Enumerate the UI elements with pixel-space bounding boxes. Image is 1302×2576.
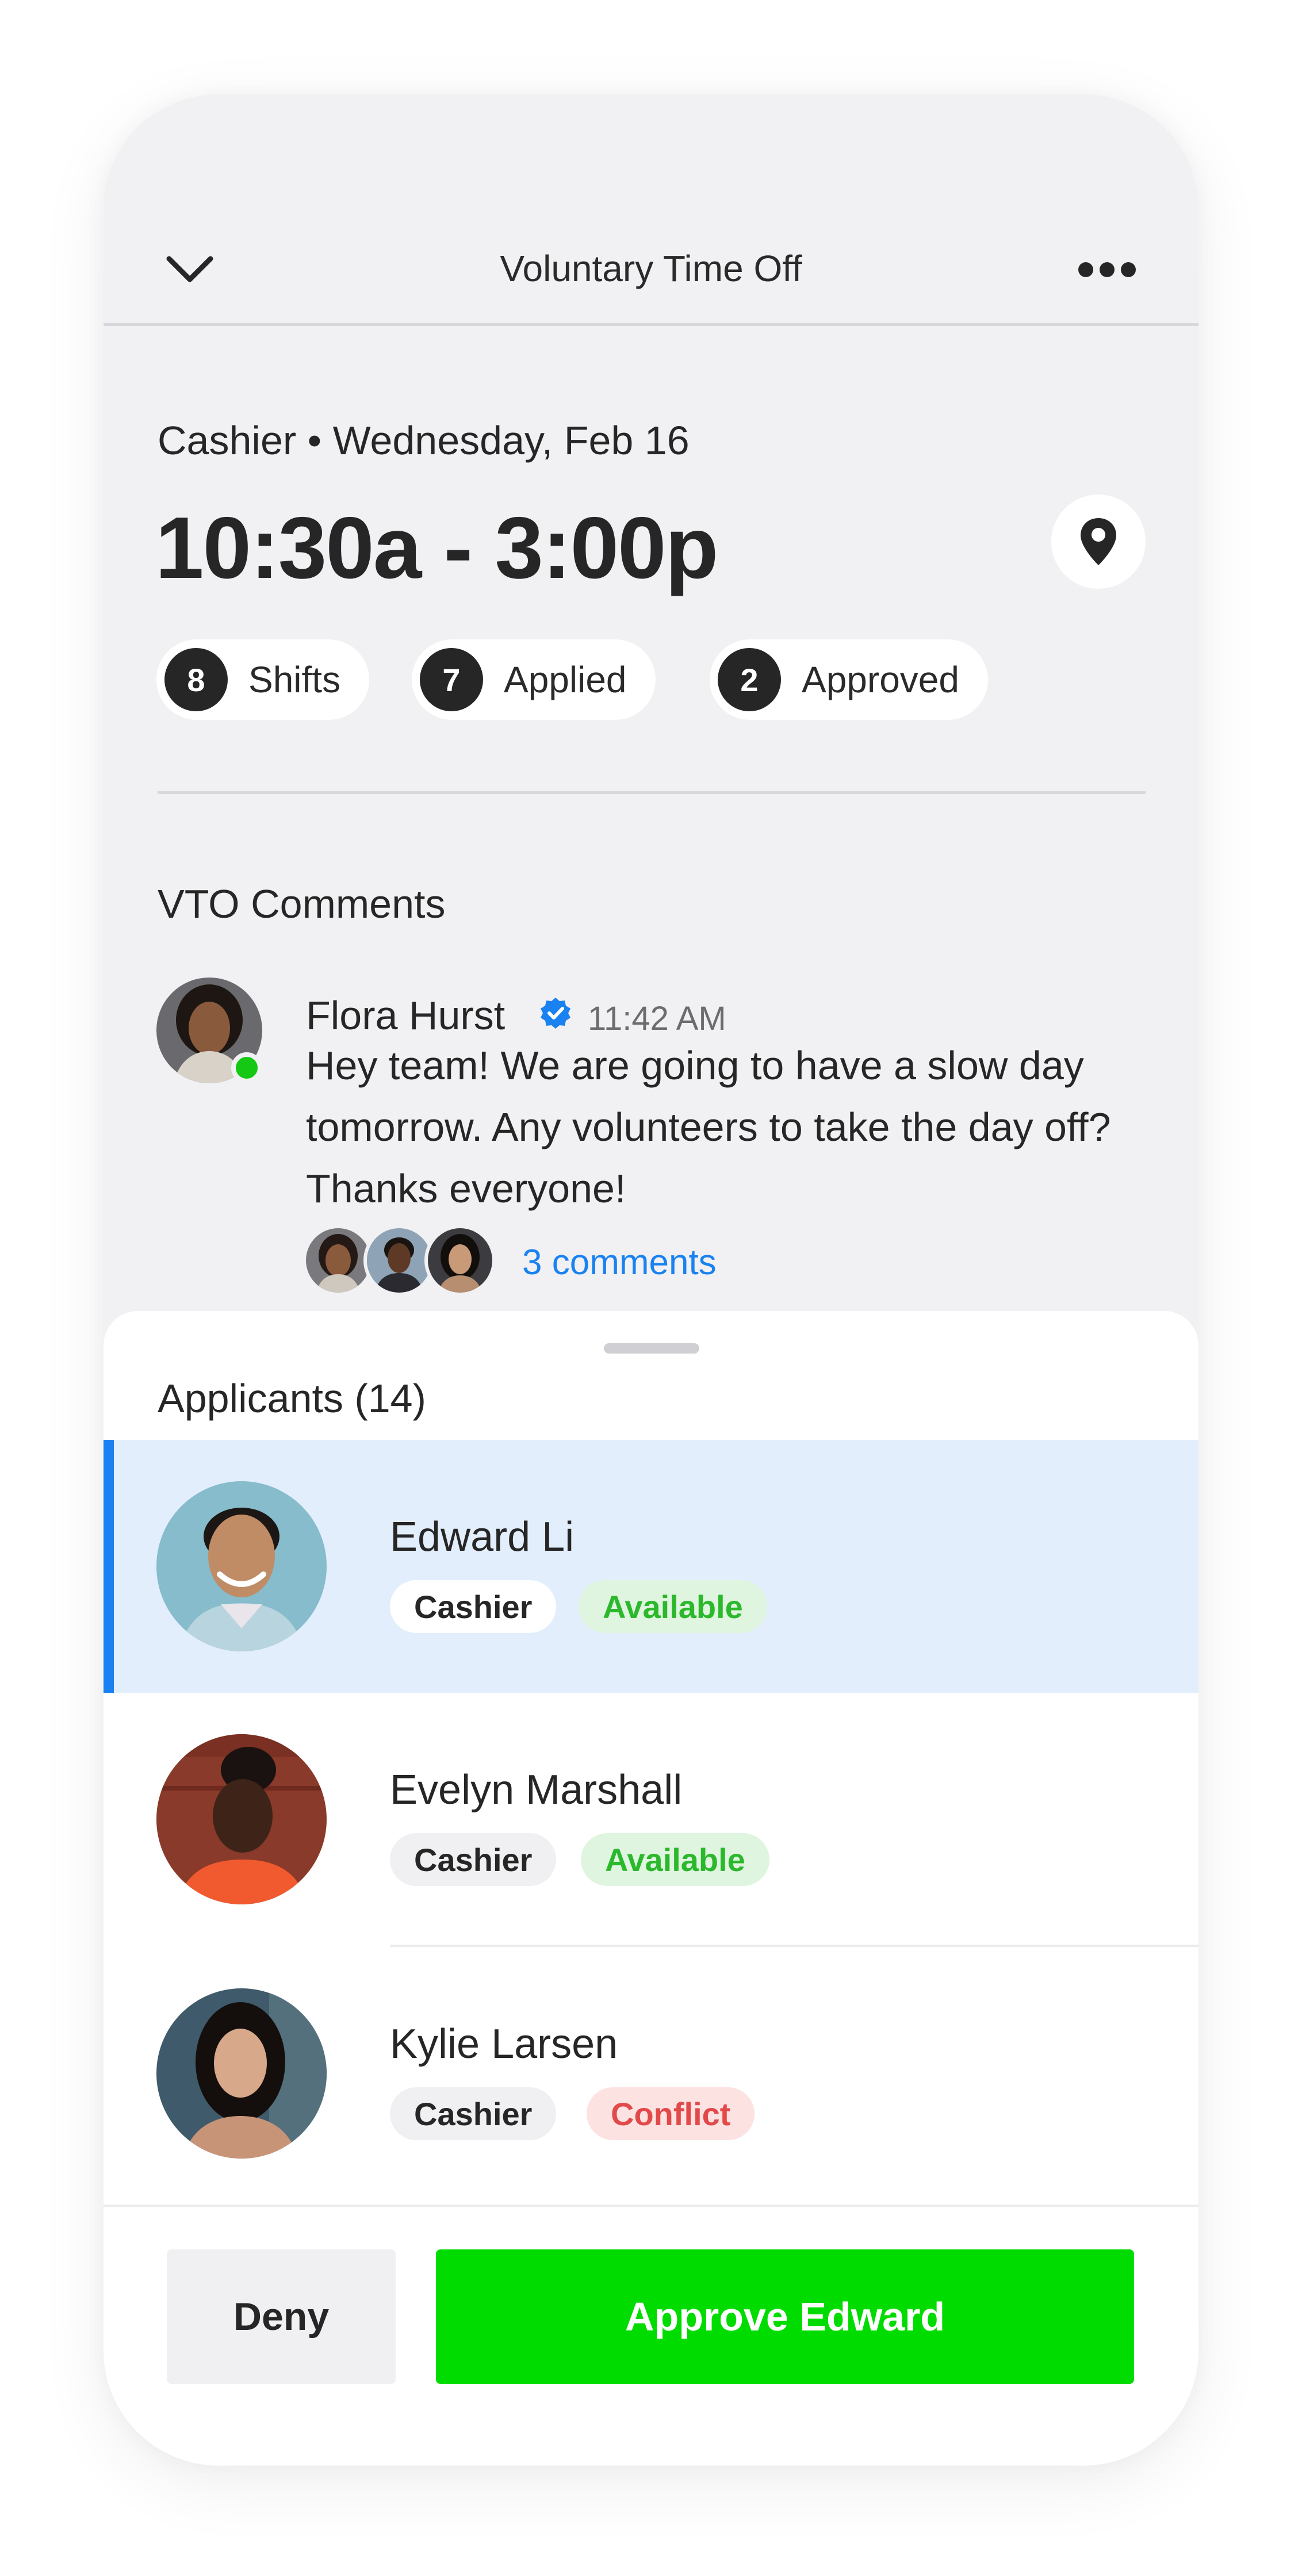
stat-count: 2 xyxy=(718,648,781,711)
deny-button[interactable]: Deny xyxy=(167,2249,396,2384)
applicant-row[interactable]: Evelyn Marshall Cashier Available xyxy=(104,1693,1198,1946)
avatar xyxy=(156,1734,327,1904)
applicant-row[interactable]: Edward Li Cashier Available xyxy=(104,1440,1198,1693)
sheet-drag-handle[interactable] xyxy=(604,1343,699,1354)
stat-label: Shifts xyxy=(248,659,341,700)
approve-button[interactable]: Approve Edward xyxy=(436,2249,1134,2384)
avatar xyxy=(156,1481,327,1651)
stat-pill-approved: 2 Approved xyxy=(710,639,988,720)
stat-count: 8 xyxy=(164,648,228,711)
verified-badge-icon xyxy=(538,996,573,1030)
comment-author: Flora Hurst xyxy=(306,993,506,1038)
stat-label: Approved xyxy=(802,659,959,700)
applicants-title: Applicants (14) xyxy=(158,1376,426,1421)
role-badge: Cashier xyxy=(390,2087,557,2140)
divider xyxy=(158,791,1146,794)
stat-pill-applied: 7 Applied xyxy=(412,639,656,720)
location-button[interactable] xyxy=(1051,494,1146,589)
applicant-name: Evelyn Marshall xyxy=(390,1767,683,1813)
page-title: Voluntary Time Off xyxy=(500,248,802,289)
role-badge: Cashier xyxy=(390,1580,557,1633)
status-badge: Conflict xyxy=(587,2087,755,2140)
footer-divider xyxy=(104,2205,1198,2207)
commenter-avatar xyxy=(424,1225,496,1296)
stat-label: Applied xyxy=(504,659,627,700)
status-badge: Available xyxy=(581,1833,769,1886)
status-badge: Available xyxy=(579,1580,767,1633)
comment-body: Hey team! We are going to have a slow da… xyxy=(306,1043,1111,1211)
role-badge: Cashier xyxy=(390,1833,557,1886)
top-bar: Voluntary Time Off xyxy=(104,94,1198,326)
stat-count: 7 xyxy=(420,648,483,711)
applicant-row[interactable]: Kylie Larsen Cashier Conflict xyxy=(104,1947,1198,2200)
comment-timestamp: 11:42 AM xyxy=(588,1000,726,1037)
stat-pill-shifts: 8 Shifts xyxy=(156,639,370,720)
selection-indicator xyxy=(104,1440,114,1693)
applicant-name: Edward Li xyxy=(390,1514,575,1560)
avatar xyxy=(156,1988,327,2159)
applicant-name: Kylie Larsen xyxy=(390,2021,618,2067)
phone-frame: Voluntary Time Off Cashier • Wednesday, … xyxy=(104,94,1198,2466)
shift-subtitle: Cashier • Wednesday, Feb 16 xyxy=(158,418,690,463)
shift-time: 10:30a - 3:00p xyxy=(155,499,718,597)
more-options-icon[interactable] xyxy=(1075,258,1139,281)
comments-link[interactable]: 3 comments xyxy=(522,1242,717,1283)
comments-title: VTO Comments xyxy=(158,881,446,926)
location-pin-icon xyxy=(1078,516,1119,568)
online-status-dot xyxy=(231,1052,262,1083)
